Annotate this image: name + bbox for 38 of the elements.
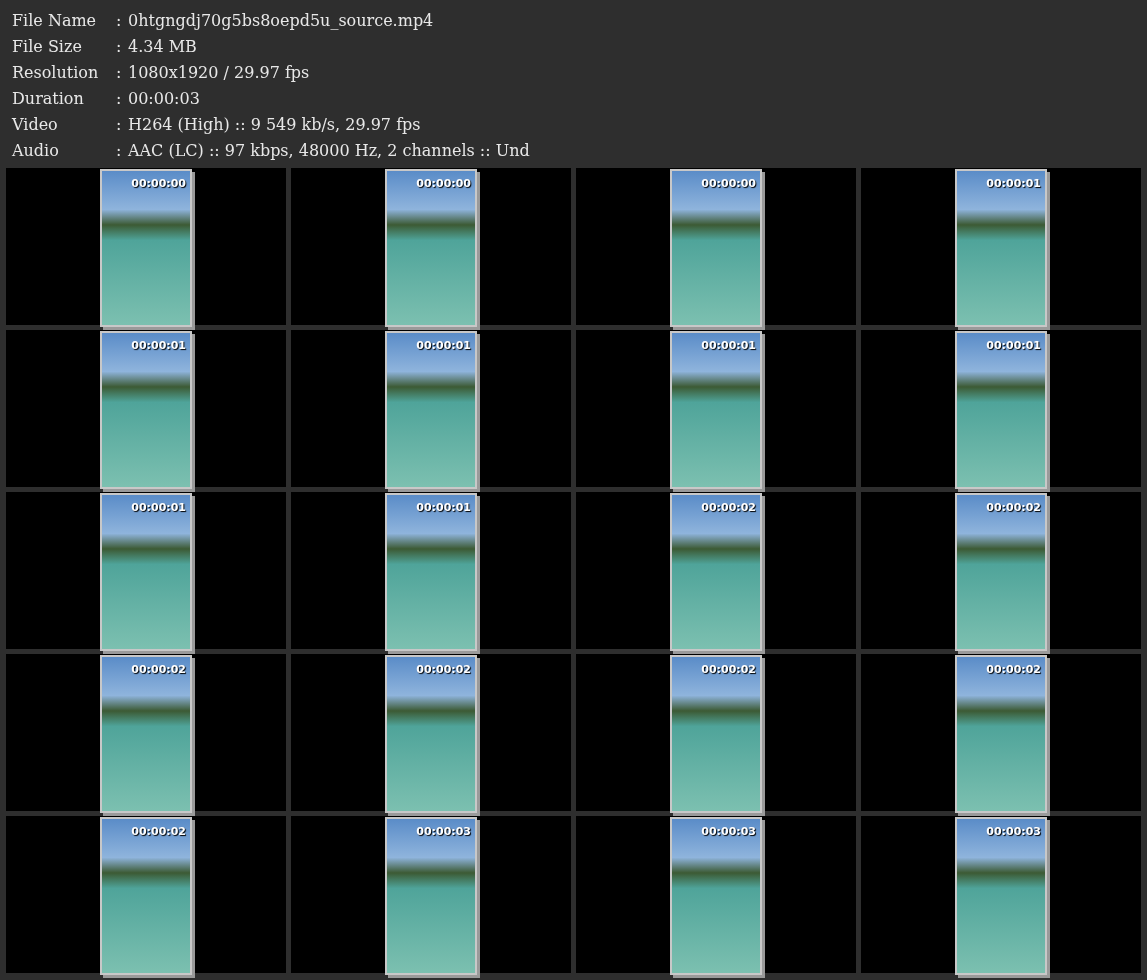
separator: : — [116, 140, 123, 160]
timestamp: 00:00:02 — [131, 663, 186, 676]
timestamp: 00:00:01 — [131, 339, 186, 352]
info-label: File Name — [12, 10, 98, 30]
timestamp: 00:00:02 — [701, 663, 756, 676]
info-label: Duration — [12, 88, 85, 108]
timestamp: 00:00:02 — [701, 501, 756, 514]
timestamp: 00:00:01 — [416, 501, 471, 514]
timestamp: 00:00:02 — [986, 663, 1041, 676]
timestamp: 00:00:03 — [416, 825, 471, 838]
timestamp: 00:00:00 — [416, 177, 471, 190]
info-label: File Size — [12, 36, 83, 56]
info-value: 4.34 MB — [128, 36, 197, 56]
timestamp: 00:00:02 — [416, 663, 471, 676]
timestamp: 00:00:02 — [131, 825, 186, 838]
info-value: 0htgngdj70g5bs8oepd5u_source.mp4 — [128, 10, 434, 30]
timestamp: 00:00:01 — [986, 177, 1041, 190]
info-value: 00:00:03 — [128, 88, 200, 108]
timestamp: 00:00:03 — [701, 825, 756, 838]
info-label: Audio — [12, 140, 60, 160]
info-value: AAC (LC) :: 97 kbps, 48000 Hz, 2 channels :: Und — [128, 140, 530, 160]
separator: : — [116, 114, 123, 134]
timestamp: 00:00:01 — [986, 339, 1041, 352]
info-label: Resolution — [12, 62, 100, 82]
timestamp: 00:00:00 — [701, 177, 756, 190]
separator: : — [116, 62, 123, 82]
info-value: 1080x1920 / 29.97 fps — [128, 62, 310, 82]
separator: : — [116, 88, 123, 108]
timestamp: 00:00:03 — [986, 825, 1041, 838]
info-label: Video — [12, 114, 59, 134]
info-value: H264 (High) :: 9 549 kb/s, 29.97 fps — [128, 114, 421, 134]
timestamp: 00:00:01 — [701, 339, 756, 352]
separator: : — [116, 10, 123, 30]
timestamp: 00:00:01 — [416, 339, 471, 352]
timestamp: 00:00:01 — [131, 501, 186, 514]
timestamp: 00:00:00 — [131, 177, 186, 190]
timestamp: 00:00:02 — [986, 501, 1041, 514]
separator: : — [116, 36, 123, 56]
